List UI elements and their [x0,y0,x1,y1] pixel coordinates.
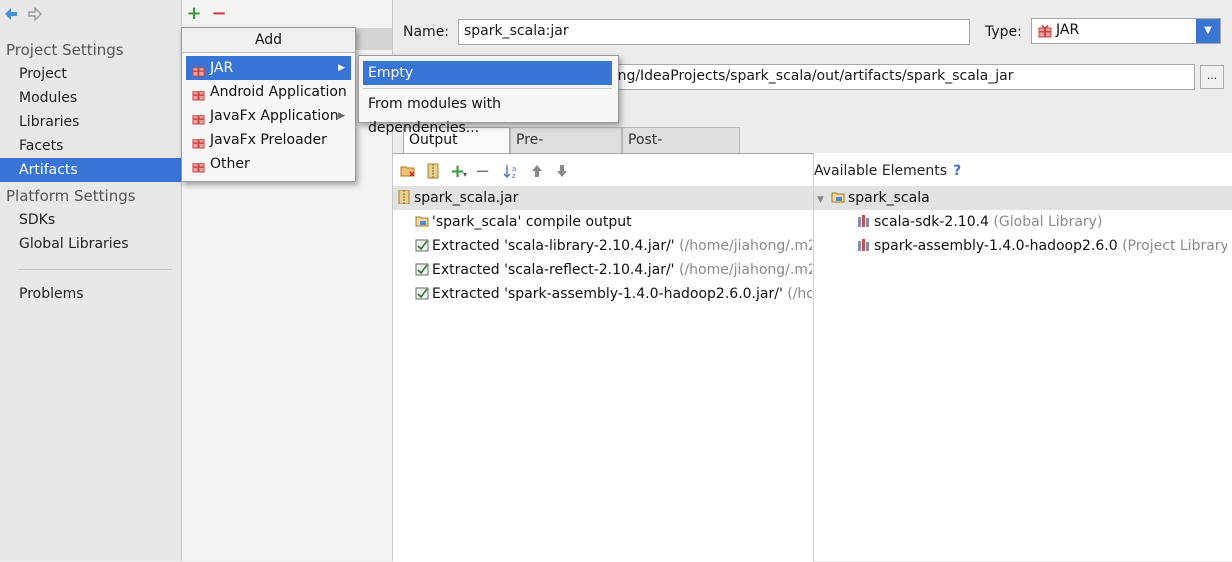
folder-icon [415,212,429,227]
output-root-label: spark_scala.jar [414,190,519,206]
add-artifact-menu: Add JAR ▶ Android Application JavaFx App… [181,27,356,182]
menu-item-label: JavaFx Preloader [210,132,327,148]
tab-pre-processing[interactable]: Pre-processing [510,127,622,172]
available-item-detail: (Global Library) [993,214,1103,230]
menu-item-label: Other [210,156,250,172]
chevron-right-icon: ▶ [338,111,345,121]
menu-item-android-application[interactable]: Android Application [186,80,351,104]
sidebar-item-modules[interactable]: Modules [0,86,181,110]
sidebar-divider [18,269,172,270]
browse-button[interactable]: ... [1200,65,1224,89]
type-combobox[interactable]: JAR ▼ [1031,18,1221,44]
project-settings-heading: Project Settings [6,41,124,59]
jar-gift-icon [192,157,205,173]
layout-item-detail: (/home/jiahong/.m2/r [679,262,812,278]
submenu-divider [363,88,612,89]
sidebar-item-sdks[interactable]: SDKs [0,208,181,232]
svg-text:z: z [512,172,516,179]
module-folder-icon [831,188,845,203]
remove-artifact-button[interactable]: − [211,5,227,23]
available-item-label: scala-sdk-2.10.4 [874,214,989,230]
menu-item-jar[interactable]: JAR ▶ [186,56,351,80]
layout-item[interactable]: Extracted 'spark-assembly-1.4.0-hadoop2.… [415,282,812,306]
jar-gift-icon [192,133,205,149]
back-arrow-icon[interactable] [3,6,21,24]
chevron-right-icon: ▶ [338,63,345,73]
move-down-icon[interactable] [555,163,569,179]
expand-arrow-icon[interactable]: ▼ [817,188,831,210]
menu-item-label: Android Application [210,84,347,100]
archive-icon [397,188,411,205]
sort-icon[interactable]: az [503,163,521,180]
output-directory-field[interactable]: ong/IdeaProjects/spark_scala/out/artifac… [603,64,1195,90]
sidebar-item-libraries[interactable]: Libraries [0,110,181,134]
layout-item-detail: (/home/jiahong/.m2/ [679,238,812,254]
available-item[interactable]: spark-assembly-1.4.0-hadoop2.6.0 (Projec… [857,234,1227,258]
archive-icon[interactable] [425,163,441,179]
sidebar-item-artifacts[interactable]: Artifacts [0,158,181,182]
layout-item-label: Extracted 'spark-assembly-1.4.0-hadoop2.… [432,286,783,302]
available-root-label: spark_scala [848,190,930,206]
available-elements-title: Available Elements [814,163,948,179]
menu-item-label: JavaFx Application [210,108,339,124]
layout-item-label: Extracted 'scala-library-2.10.4.jar/' [432,238,675,254]
library-icon [857,236,871,251]
add-artifact-button[interactable]: + [186,5,202,23]
layout-item-detail: (/hom [787,286,812,302]
submenu-item-empty[interactable]: Empty [363,61,612,85]
add-menu-title: Add [182,28,355,53]
jar-gift-icon [1038,24,1052,38]
output-root[interactable]: spark_scala.jar [397,186,812,210]
sidebar-item-facets[interactable]: Facets [0,134,181,158]
platform-settings-heading: Platform Settings [6,187,136,205]
layout-item[interactable]: Extracted 'scala-reflect-2.10.4.jar/' (/… [415,258,812,282]
jar-submenu: Empty From modules with dependencies... [358,55,619,136]
sidebar-item-project[interactable]: Project [0,62,181,86]
output-layout-toolbar: + ▾ − az [393,160,813,182]
available-item-label: spark-assembly-1.4.0-hadoop2.6.0 [874,238,1118,254]
sidebar-item-problems[interactable]: Problems [0,282,181,306]
move-up-icon[interactable] [530,163,544,179]
available-elements-header: Available Elements? [814,160,961,182]
type-value: JAR [1056,22,1080,38]
extracted-archive-icon [415,236,429,252]
tab-post-processing[interactable]: Post-processing [622,127,740,172]
extracted-archive-icon [415,284,429,300]
layout-item[interactable]: Extracted 'scala-library-2.10.4.jar/' (/… [415,234,812,258]
chevron-down-icon[interactable]: ▼ [1196,19,1220,43]
new-directory-icon[interactable] [400,163,416,179]
type-label: Type: [985,24,1022,40]
forward-arrow-icon[interactable] [27,6,45,24]
layout-item-label: 'spark_scala' compile output [432,214,632,230]
chevron-down-icon: ▾ [463,170,468,179]
help-icon[interactable]: ? [953,163,961,179]
available-item-detail: (Project Library) [1122,238,1227,254]
name-label: Name: [403,24,450,40]
project-structure-sidebar: Project Settings Project Modules Librari… [0,0,182,561]
menu-item-javafx-preloader[interactable]: JavaFx Preloader [186,128,351,152]
extracted-archive-icon [415,260,429,276]
jar-gift-icon [192,61,205,77]
available-item[interactable]: scala-sdk-2.10.4 (Global Library) [857,210,1227,234]
menu-item-javafx-application[interactable]: JavaFx Application ▶ [186,104,351,128]
layout-item[interactable]: 'spark_scala' compile output [415,210,812,234]
minus-icon[interactable]: − [475,161,490,182]
menu-item-label: JAR [210,60,234,76]
jar-gift-icon [192,85,205,101]
library-icon [857,212,871,227]
name-field[interactable]: spark_scala:jar [458,19,970,45]
menu-item-other[interactable]: Other [186,152,351,176]
jar-gift-icon [192,109,205,125]
layout-item-label: Extracted 'scala-reflect-2.10.4.jar/' [432,262,675,278]
sidebar-item-global-libraries[interactable]: Global Libraries [0,232,181,256]
submenu-item-from-modules[interactable]: From modules with dependencies... [363,92,612,136]
available-root[interactable]: ▼ spark_scala [817,186,1227,210]
